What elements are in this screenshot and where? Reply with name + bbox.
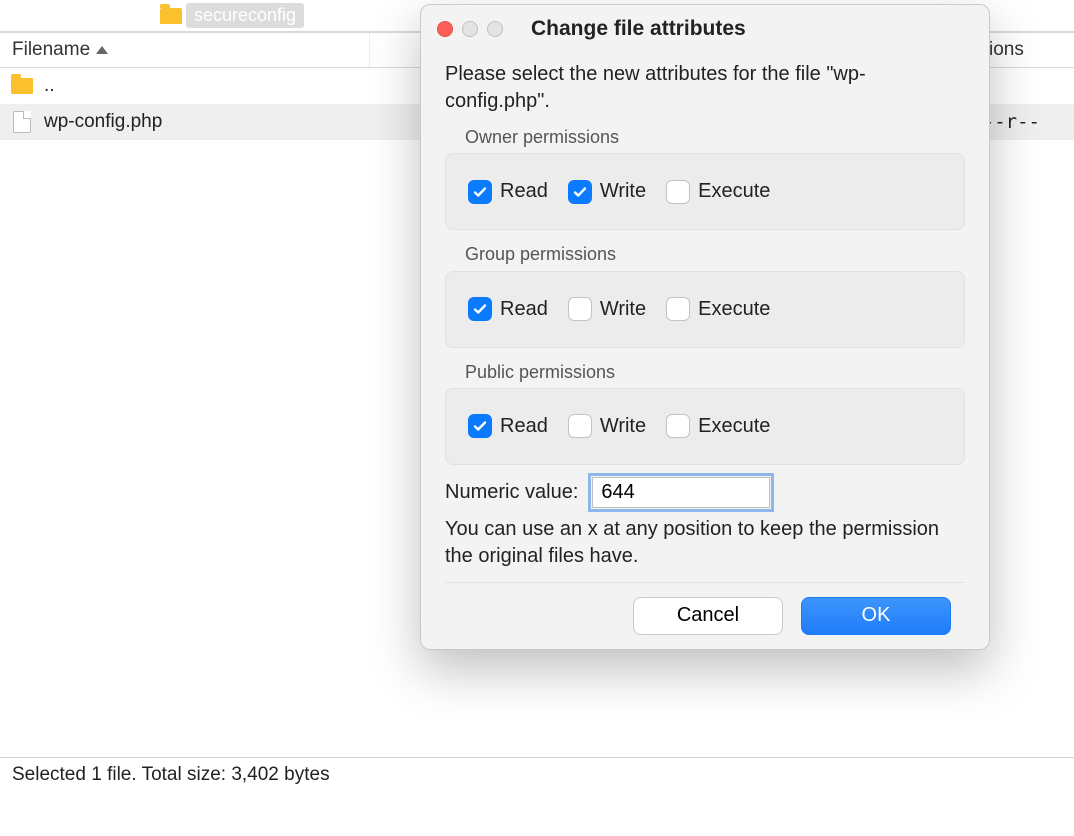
- public-write-checkbox[interactable]: Write: [568, 413, 646, 440]
- group-write-checkbox[interactable]: Write: [568, 296, 646, 323]
- public-execute-checkbox[interactable]: Execute: [666, 413, 770, 440]
- owner-read-checkbox[interactable]: Read: [468, 178, 548, 205]
- group-execute-label: Execute: [698, 296, 770, 323]
- checkbox-icon: [666, 297, 690, 321]
- zoom-window-button: [487, 21, 503, 37]
- owner-execute-label: Execute: [698, 178, 770, 205]
- group-group-label: Group permissions: [465, 242, 965, 266]
- owner-write-checkbox[interactable]: Write: [568, 178, 646, 205]
- numeric-value-label: Numeric value:: [445, 479, 578, 506]
- owner-group-label: Owner permissions: [465, 125, 965, 149]
- dialog-button-row: Cancel OK: [445, 597, 965, 635]
- group-write-label: Write: [600, 296, 646, 323]
- sort-ascending-icon: [96, 46, 108, 54]
- public-permissions-box: Read Write Execute: [445, 388, 965, 465]
- group-permissions-box: Read Write Execute: [445, 271, 965, 348]
- checkbox-icon: [568, 414, 592, 438]
- status-bar: Selected 1 file. Total size: 3,402 bytes: [0, 757, 1074, 818]
- minimize-window-button: [462, 21, 478, 37]
- group-read-checkbox[interactable]: Read: [468, 296, 548, 323]
- checkbox-icon: [468, 180, 492, 204]
- change-attributes-dialog: Change file attributes Please select the…: [420, 4, 990, 650]
- public-read-checkbox[interactable]: Read: [468, 413, 548, 440]
- column-filename-label: Filename: [12, 39, 90, 61]
- public-group-label: Public permissions: [465, 360, 965, 384]
- folder-icon: [11, 78, 33, 94]
- owner-write-label: Write: [600, 178, 646, 205]
- public-write-label: Write: [600, 413, 646, 440]
- checkbox-icon: [468, 414, 492, 438]
- owner-read-label: Read: [500, 178, 548, 205]
- close-window-button[interactable]: [437, 21, 453, 37]
- checkbox-icon: [468, 297, 492, 321]
- dialog-instruction: Please select the new attributes for the…: [445, 61, 965, 115]
- checkbox-icon: [568, 297, 592, 321]
- file-icon: [13, 111, 31, 133]
- column-filename[interactable]: Filename: [0, 33, 370, 67]
- cancel-button[interactable]: Cancel: [633, 597, 783, 635]
- checkbox-icon: [568, 180, 592, 204]
- parent-dir-name: ..: [44, 75, 370, 97]
- breadcrumb-label[interactable]: secureconfig: [186, 3, 304, 28]
- dialog-title: Change file attributes: [531, 17, 746, 41]
- dialog-titlebar: Change file attributes: [421, 5, 989, 47]
- group-execute-checkbox[interactable]: Execute: [666, 296, 770, 323]
- checkbox-icon: [666, 414, 690, 438]
- window-controls: [437, 21, 503, 37]
- dialog-separator: [445, 582, 965, 583]
- group-read-label: Read: [500, 296, 548, 323]
- public-read-label: Read: [500, 413, 548, 440]
- public-execute-label: Execute: [698, 413, 770, 440]
- numeric-value-input[interactable]: [592, 477, 770, 508]
- breadcrumb-folder-icon: [160, 8, 182, 24]
- ok-button[interactable]: OK: [801, 597, 951, 635]
- checkbox-icon: [666, 180, 690, 204]
- file-name: wp-config.php: [44, 111, 370, 133]
- owner-execute-checkbox[interactable]: Execute: [666, 178, 770, 205]
- numeric-hint: You can use an x at any position to keep…: [445, 516, 965, 570]
- owner-permissions-box: Read Write Execute: [445, 153, 965, 230]
